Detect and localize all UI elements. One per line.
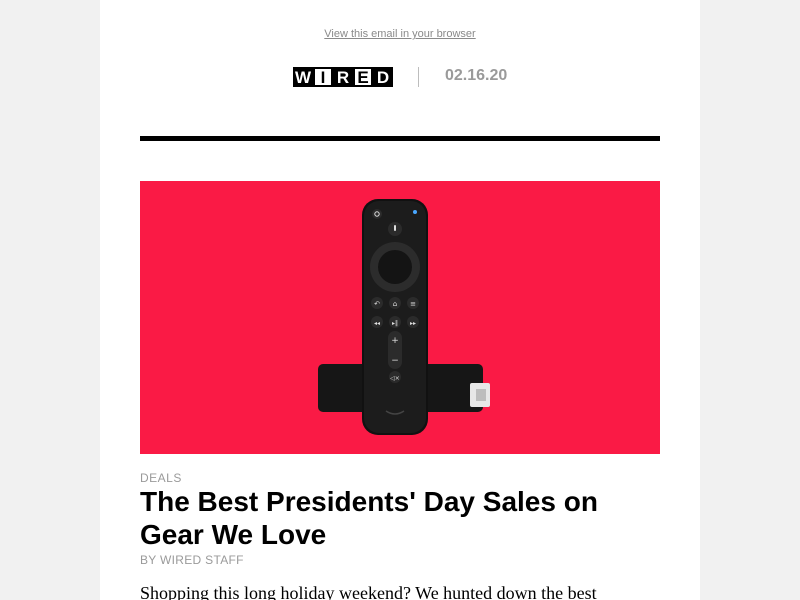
view-in-browser-link[interactable]: View this email in your browser	[100, 28, 700, 40]
article-body: Shopping this long holiday weekend? We h…	[140, 583, 597, 600]
hero-image[interactable]: ↶ ⌂ ≡ ◂◂ ▸‖ ▸▸ + − ◁×	[140, 181, 660, 454]
streaming-stick-remote-icon: ↶ ⌂ ≡ ◂◂ ▸‖ ▸▸ + − ◁×	[318, 199, 490, 435]
svg-text:↶: ↶	[374, 300, 380, 308]
svg-text:▸‖: ▸‖	[392, 320, 398, 327]
svg-text:◁×: ◁×	[390, 375, 400, 382]
article-kicker: DEALS	[140, 471, 182, 485]
masthead-divider	[418, 67, 419, 87]
logo-letter-r: R	[333, 67, 353, 87]
svg-text:≡: ≡	[410, 300, 416, 308]
email-body: View this email in your browser W I R E …	[100, 0, 700, 600]
logo-letter-e: E	[353, 67, 373, 87]
logo-letter-w: W	[293, 67, 313, 87]
wired-logo[interactable]: W I R E D	[293, 66, 393, 88]
masthead: W I R E D 02.16.20	[100, 64, 700, 90]
section-rule	[140, 136, 660, 141]
svg-text:▸▸: ▸▸	[410, 320, 416, 327]
article-headline[interactable]: The Best Presidents' Day Sales on Gear W…	[140, 485, 660, 551]
logo-letter-i: I	[313, 67, 333, 87]
svg-text:⌂: ⌂	[393, 300, 397, 308]
issue-date: 02.16.20	[445, 67, 508, 84]
svg-text:−: −	[391, 356, 399, 366]
svg-text:+: +	[391, 336, 399, 346]
logo-letter-d: D	[373, 67, 393, 87]
svg-text:◂◂: ◂◂	[374, 320, 380, 327]
article-byline: BY WIRED STAFF	[140, 553, 244, 567]
